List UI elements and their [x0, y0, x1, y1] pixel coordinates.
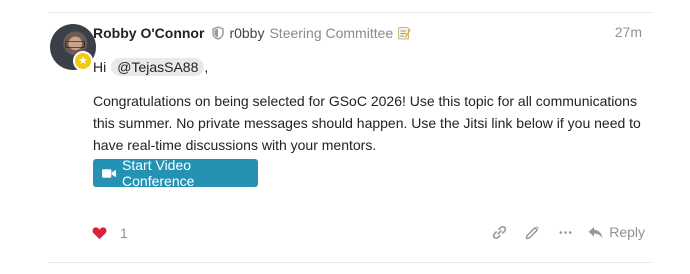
author-handle[interactable]: r0bby	[229, 25, 264, 41]
like-controls: 1	[92, 225, 128, 241]
post-meta: Robby O'Connor r0bby Steering Committee	[93, 24, 411, 42]
post-body: Congratulations on being selected for GS…	[93, 93, 641, 153]
post-divider-bottom	[48, 262, 652, 263]
avatar-glasses	[65, 41, 85, 48]
edit-icon[interactable]	[525, 225, 540, 240]
memo-icon	[398, 27, 411, 40]
shield-icon	[212, 26, 225, 40]
reply-button[interactable]: Reply	[588, 224, 645, 240]
greeting-text: Hi	[93, 59, 107, 75]
author-title: Steering Committee	[269, 25, 394, 41]
post-divider-top	[48, 12, 652, 13]
badge-flair-icon[interactable]: ★	[73, 51, 93, 71]
greeting-suffix: ,	[204, 59, 209, 75]
like-count[interactable]: 1	[120, 225, 128, 241]
start-video-conference-button[interactable]: Start Video Conference	[93, 157, 258, 189]
reply-label: Reply	[609, 224, 645, 240]
user-mention[interactable]: @TejasSA88	[111, 58, 205, 76]
link-icon[interactable]	[492, 225, 507, 240]
start-video-conference-label: Start Video Conference	[122, 157, 195, 189]
heart-icon[interactable]	[92, 226, 107, 240]
post-actions: Reply	[492, 224, 645, 240]
more-icon[interactable]	[558, 225, 573, 240]
post-greeting: Hi @TejasSA88 ,	[93, 58, 208, 76]
video-camera-icon	[102, 168, 117, 178]
author-name[interactable]: Robby O'Connor	[93, 25, 204, 41]
post-timestamp[interactable]: 27m	[615, 24, 642, 40]
reply-icon	[588, 226, 603, 238]
